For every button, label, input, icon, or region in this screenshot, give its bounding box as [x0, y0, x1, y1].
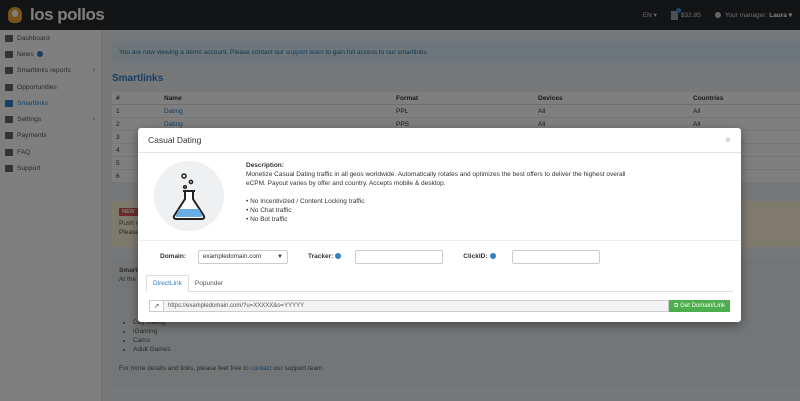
tracker-label: Tracker: — [308, 253, 342, 260]
tracker-input[interactable] — [355, 249, 444, 264]
modal-header: Casual Dating × — [138, 128, 741, 153]
flask-icon — [172, 173, 206, 220]
copy-icon: ⧉ — [674, 302, 679, 309]
feature-item: • No Bot traffic — [246, 216, 288, 223]
caret-down-icon: ▼ — [277, 253, 283, 260]
tab-popunder[interactable]: Popunder — [189, 275, 229, 292]
link-url-input[interactable]: https://exampledomain.com/?u=XXXXX&o=YYY… — [163, 300, 669, 312]
tab-directlink[interactable]: DirectLink — [146, 275, 189, 292]
domain-select[interactable]: exampledomain.com ▼ — [198, 249, 288, 264]
close-icon[interactable]: × — [725, 135, 731, 146]
feature-list: • No Incentivized / Content Locking traf… — [246, 197, 676, 224]
help-icon[interactable] — [335, 253, 342, 260]
link-tabs: DirectLink Popunder — [146, 275, 733, 292]
modal-title: Casual Dating — [148, 135, 202, 145]
feature-item: • No Chat traffic — [246, 207, 292, 214]
link-row: ↗ https://exampledomain.com/?u=XXXXX&o=Y… — [149, 300, 730, 312]
help-icon[interactable] — [489, 253, 496, 260]
get-domain-link-button[interactable]: ⧉ Get Domain/Link — [669, 300, 730, 312]
external-link-icon[interactable]: ↗ — [149, 300, 163, 312]
clickid-label: ClickID: — [463, 253, 496, 260]
feature-item: • No Incentivized / Content Locking traf… — [246, 198, 365, 205]
domain-label: Domain: — [160, 253, 186, 260]
flask-illustration — [154, 161, 224, 231]
link-form: Domain: exampledomain.com ▼ Tracker: Cli… — [138, 240, 741, 272]
clickid-input[interactable] — [511, 249, 600, 264]
smartlink-modal: Casual Dating × Description: Monetize Ca… — [138, 128, 741, 322]
description: Description: Monetize Casual Dating traf… — [246, 161, 676, 224]
